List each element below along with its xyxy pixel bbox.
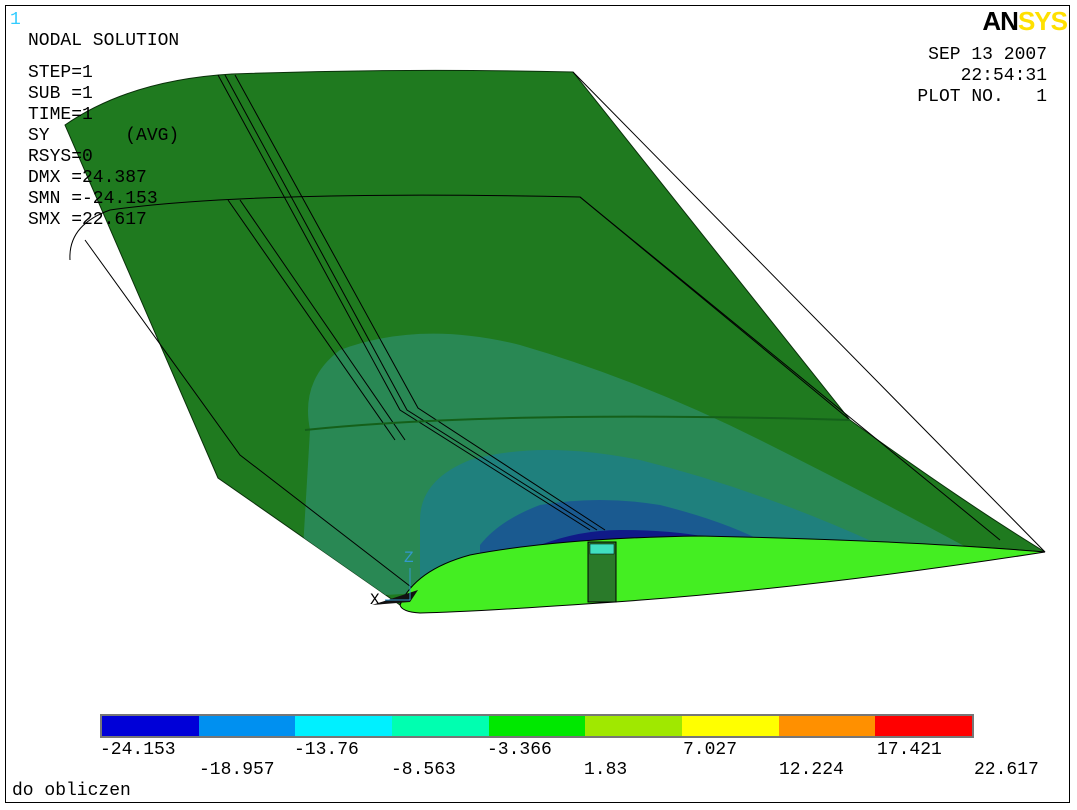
legend-swatch — [778, 716, 876, 736]
model-viewport[interactable] — [0, 0, 1077, 810]
info-line-smx: SMX =22.617 — [28, 210, 147, 230]
plot-title: do obliczen — [12, 781, 131, 801]
triad-x-label: X — [370, 591, 380, 609]
legend-label: 17.421 — [877, 740, 942, 760]
legend-label: -13.76 — [294, 740, 359, 760]
info-line-time: TIME=1 — [28, 105, 93, 125]
legend-swatch — [102, 716, 199, 736]
info-line-sy: SY (AVG) — [28, 126, 180, 146]
contour-legend — [100, 714, 974, 738]
info-line-dmx: DMX =24.387 — [28, 168, 147, 188]
info-line-smn: SMN =-24.153 — [28, 189, 158, 209]
legend-swatch — [585, 716, 683, 736]
plot-date: SEP 13 2007 — [928, 45, 1047, 65]
legend-swatch — [682, 716, 779, 736]
legend-label: -24.153 — [100, 740, 176, 760]
solution-title: NODAL SOLUTION — [28, 31, 180, 51]
plot-time: 22:54:31 — [960, 66, 1047, 86]
ansys-logo: ANSYS — [982, 6, 1068, 36]
legend-label: 1.83 — [584, 760, 628, 780]
spar-box-top — [589, 543, 615, 555]
legend-label: 12.224 — [779, 760, 844, 780]
legend-swatch — [392, 716, 489, 736]
legend-label: -3.366 — [487, 740, 552, 760]
window-number: 1 — [10, 10, 21, 30]
legend-swatch — [295, 716, 393, 736]
legend-label: 22.617 — [974, 760, 1039, 780]
legend-swatch — [198, 716, 296, 736]
legend-label: -18.957 — [199, 760, 275, 780]
info-line-sub: SUB =1 — [28, 84, 93, 104]
legend-label: -8.563 — [391, 760, 456, 780]
info-line-step: STEP=1 — [28, 63, 93, 83]
triad-z-label: Z — [404, 549, 414, 567]
info-line-rsys: RSYS=0 — [28, 147, 93, 167]
legend-label: 7.027 — [683, 740, 738, 760]
plot-number: PLOT NO. 1 — [917, 87, 1047, 107]
legend-swatch — [875, 716, 973, 736]
legend-swatch — [488, 716, 586, 736]
